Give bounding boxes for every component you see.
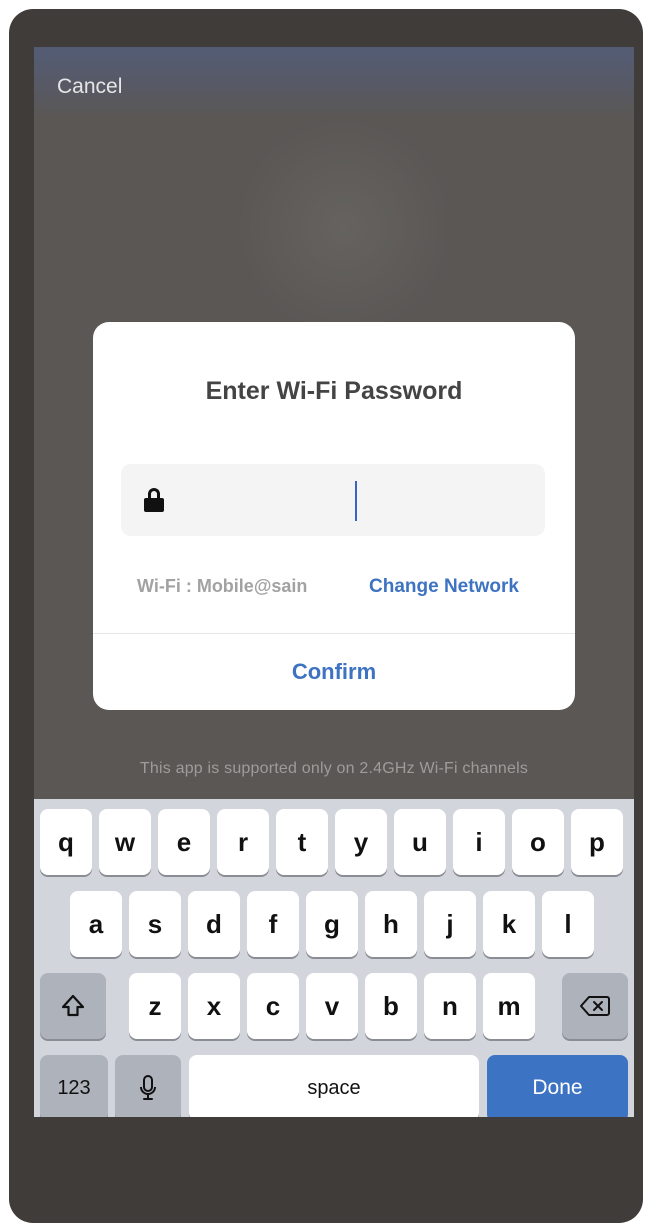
- phone-frame: Cancel Enter Wi-Fi Password Wi-Fi : Mobi…: [9, 9, 643, 1223]
- key-w[interactable]: w: [99, 809, 151, 875]
- key-t[interactable]: t: [276, 809, 328, 875]
- key-y[interactable]: y: [335, 809, 387, 875]
- key-v[interactable]: v: [306, 973, 358, 1039]
- text-cursor: [355, 481, 357, 521]
- support-note: This app is supported only on 2.4GHz Wi-…: [139, 760, 529, 777]
- key-o[interactable]: o: [512, 809, 564, 875]
- backspace-icon: [580, 996, 610, 1016]
- key-q[interactable]: q: [40, 809, 92, 875]
- key-m[interactable]: m: [483, 973, 535, 1039]
- key-d[interactable]: d: [188, 891, 240, 957]
- background-device-image: [234, 117, 454, 337]
- dialog-title: Enter Wi-Fi Password: [205, 377, 463, 405]
- space-key[interactable]: space: [189, 1055, 479, 1117]
- password-field[interactable]: [121, 464, 545, 536]
- key-k[interactable]: k: [483, 891, 535, 957]
- key-j[interactable]: j: [424, 891, 476, 957]
- key-z[interactable]: z: [129, 973, 181, 1039]
- backspace-key[interactable]: [562, 973, 628, 1039]
- done-key[interactable]: Done: [487, 1055, 628, 1117]
- microphone-icon: [140, 1075, 156, 1100]
- on-screen-keyboard: q w e r t y u i o p a s d f g h j k l z …: [34, 799, 634, 1117]
- dictation-key[interactable]: [115, 1055, 181, 1117]
- lock-icon: [144, 488, 164, 512]
- key-a[interactable]: a: [70, 891, 122, 957]
- cancel-button[interactable]: Cancel: [57, 75, 122, 99]
- key-l[interactable]: l: [542, 891, 594, 957]
- key-p[interactable]: p: [571, 809, 623, 875]
- key-s[interactable]: s: [129, 891, 181, 957]
- change-network-link[interactable]: Change Network: [369, 576, 519, 598]
- key-x[interactable]: x: [188, 973, 240, 1039]
- shift-key[interactable]: [40, 973, 106, 1039]
- confirm-button[interactable]: Confirm: [93, 634, 575, 710]
- key-i[interactable]: i: [453, 809, 505, 875]
- key-g[interactable]: g: [306, 891, 358, 957]
- top-bar: [34, 47, 634, 117]
- key-b[interactable]: b: [365, 973, 417, 1039]
- wifi-password-dialog: Enter Wi-Fi Password Wi-Fi : Mobile@sain…: [93, 322, 575, 710]
- key-e[interactable]: e: [158, 809, 210, 875]
- key-u[interactable]: u: [394, 809, 446, 875]
- shift-icon: [61, 994, 85, 1017]
- key-f[interactable]: f: [247, 891, 299, 957]
- app-screen: Cancel Enter Wi-Fi Password Wi-Fi : Mobi…: [34, 47, 634, 1117]
- current-network-label: Wi-Fi : Mobile@sain: [137, 576, 308, 596]
- key-h[interactable]: h: [365, 891, 417, 957]
- key-c[interactable]: c: [247, 973, 299, 1039]
- numbers-key[interactable]: 123: [40, 1055, 108, 1117]
- key-r[interactable]: r: [217, 809, 269, 875]
- key-n[interactable]: n: [424, 973, 476, 1039]
